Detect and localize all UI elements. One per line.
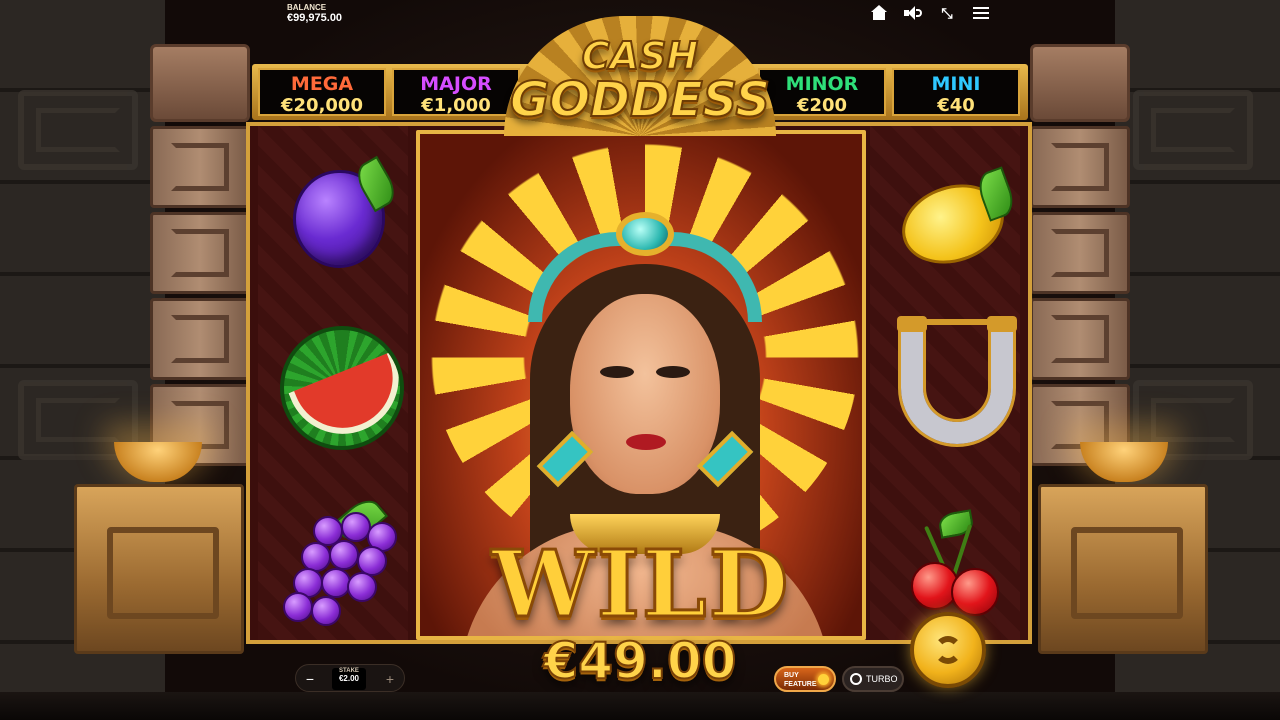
logo-line-2: GODDESS: [509, 71, 771, 129]
wild-label: WILD: [490, 529, 791, 638]
right-pedestal: [1038, 484, 1208, 654]
balance-label: BALANCE: [287, 3, 327, 12]
sound-icon[interactable]: [904, 5, 922, 21]
stake-value: €2.00: [338, 674, 360, 683]
stake-control: − STAKE €2.00 +: [295, 664, 405, 692]
jackpot-mega-label: MEGA: [290, 73, 354, 95]
horseshoe-symbol: [895, 316, 1017, 444]
jackpot-mega-value: €20,000: [281, 95, 363, 116]
stake-increase-button[interactable]: +: [380, 669, 400, 689]
home-icon[interactable]: [870, 5, 888, 21]
reel-1: [258, 126, 408, 640]
menu-icon[interactable]: [972, 5, 990, 21]
plum-symbol: [283, 155, 401, 272]
spin-button[interactable]: [910, 612, 986, 688]
shrink-icon[interactable]: ⤡: [938, 5, 956, 21]
jackpot-mini: MINI €40: [892, 68, 1020, 116]
stake-decrease-button[interactable]: −: [300, 669, 320, 689]
jackpot-mini-label: MINI: [931, 73, 981, 95]
sun-icon: [818, 674, 829, 685]
watermelon-symbol: [276, 322, 404, 450]
jackpot-mini-value: €40: [937, 95, 975, 116]
balance-display: BALANCE €99,975.00: [287, 3, 342, 24]
balance-value: €99,975.00: [287, 12, 343, 24]
cherries-symbol: [895, 509, 1005, 622]
spin-arrows-icon: [934, 636, 962, 664]
top-toolbar: ⤡: [870, 5, 990, 21]
buy-feature-button[interactable]: BUY FEATURE: [774, 666, 836, 692]
headband-gem: [616, 212, 674, 256]
turbo-label: TURBO: [866, 674, 898, 684]
game-logo: CASH GODDESS: [494, 16, 786, 136]
jackpot-mega: MEGA €20,000: [258, 68, 386, 116]
left-pedestal: [74, 484, 244, 654]
turbo-icon: [850, 673, 862, 685]
win-amount: €49.00: [543, 631, 738, 691]
reel-5: [870, 126, 1020, 640]
expanded-wild-goddess: WILD: [416, 130, 866, 640]
turbo-button[interactable]: TURBO: [842, 666, 904, 692]
bottom-bar: [0, 692, 1280, 720]
lemon-symbol: [891, 162, 1019, 277]
stake-display: STAKE €2.00: [332, 668, 366, 690]
grapes-symbol: [283, 493, 397, 626]
